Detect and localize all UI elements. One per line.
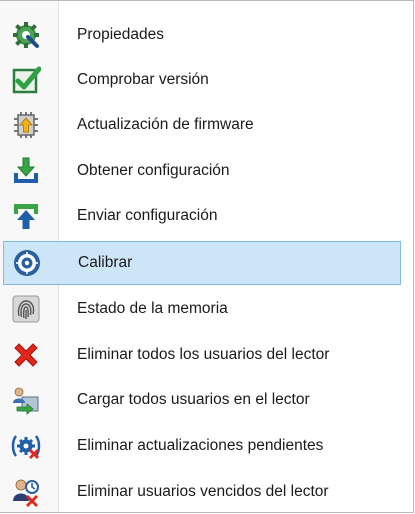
user-expired-icon [11,477,41,507]
menu-item-calibrar[interactable]: Calibrar [3,241,401,285]
menu-item-label: Cargar todos usuarios en el lector [77,391,310,408]
gear-delete-icon [11,431,41,461]
menu-item-label: Eliminar todos los usuarios del lector [77,346,330,363]
menu-item-cargar-todos-usuarios[interactable]: Cargar todos usuarios en el lector [3,378,401,422]
menu-item-label: Eliminar actualizaciones pendientes [77,437,324,454]
red-x-icon [11,340,41,370]
menu-item-label: Enviar configuración [77,207,218,224]
download-tray-icon [11,156,41,186]
menu-item-comprobar-version[interactable]: Comprobar versión [3,58,401,102]
menu-item-label: Comprobar versión [77,71,209,88]
target-icon [12,248,42,278]
menu-item-eliminar-actualizaciones[interactable]: Eliminar actualizaciones pendientes [3,424,401,468]
fingerprint-icon [11,294,41,324]
menu-item-label: Eliminar usuarios vencidos del lector [77,483,329,500]
gear-wrench-icon [11,20,41,50]
menu-item-label: Actualización de firmware [77,116,254,133]
user-transfer-icon [11,385,41,415]
menu-item-eliminar-usuarios-vencidos[interactable]: Eliminar usuarios vencidos del lector [3,470,401,514]
upload-arrow-icon [11,201,41,231]
checkmark-box-icon [11,65,41,95]
menu-item-actualizacion-firmware[interactable]: Actualización de firmware [3,103,401,147]
context-menu: Propiedades Comprobar versión Actualizac… [0,0,414,513]
menu-item-estado-memoria[interactable]: Estado de la memoria [3,287,401,331]
menu-item-obtener-configuracion[interactable]: Obtener configuración [3,149,401,193]
chip-upload-icon [11,110,41,140]
menu-item-propiedades[interactable]: Propiedades [3,13,401,57]
menu-item-label: Propiedades [77,26,165,43]
menu-item-enviar-configuracion[interactable]: Enviar configuración [3,194,401,238]
menu-item-label: Calibrar [78,254,133,271]
menu-item-label: Estado de la memoria [77,300,228,317]
menu-item-label: Obtener configuración [77,162,230,179]
menu-item-eliminar-todos-usuarios[interactable]: Eliminar todos los usuarios del lector [3,333,401,377]
